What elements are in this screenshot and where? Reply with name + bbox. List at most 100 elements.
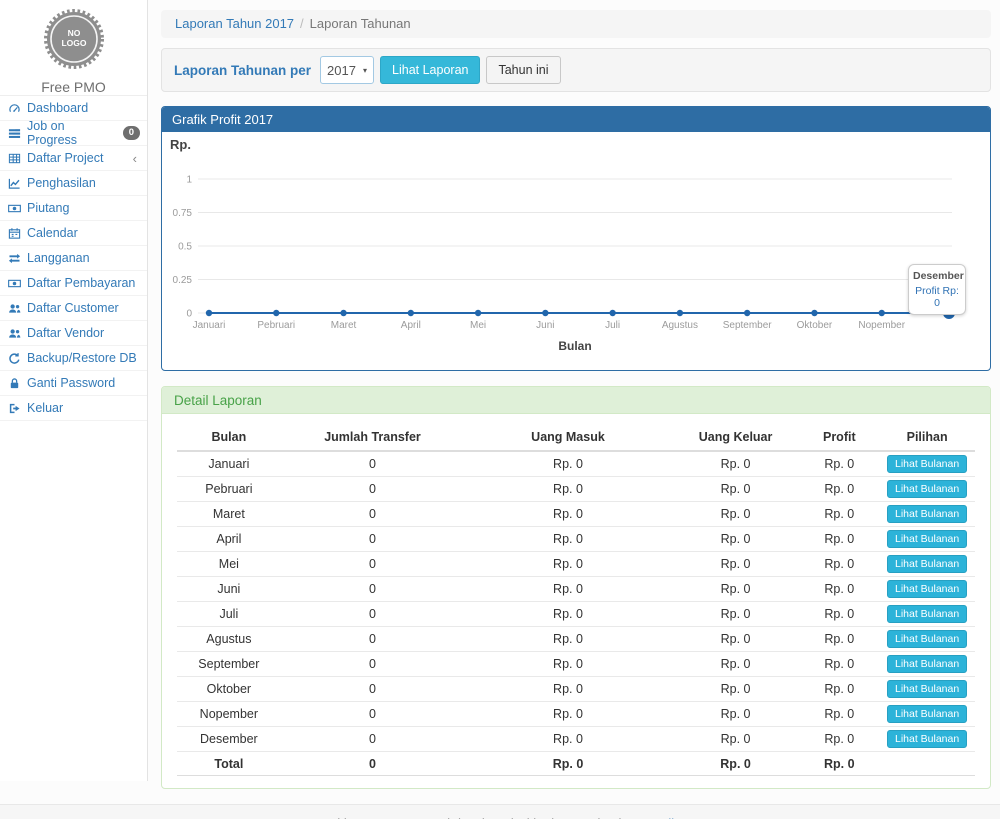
refresh-icon	[7, 351, 21, 365]
col-header-uang-keluar: Uang Keluar	[672, 424, 800, 451]
sidebar-menu: Dashboard Job on Progress 0 Daftar Proje…	[0, 95, 147, 421]
view-monthly-button[interactable]: Lihat Bulanan	[887, 605, 967, 623]
svg-text:0.25: 0.25	[173, 275, 193, 286]
report-table: Bulan Jumlah Transfer Uang Masuk Uang Ke…	[177, 424, 975, 776]
line-chart-icon	[7, 176, 21, 190]
sidebar-item-backup-restore-db[interactable]: Backup/Restore DB	[0, 346, 147, 370]
detail-report-panel: Detail Laporan Bulan Jumlah Transfer Uan…	[161, 386, 991, 789]
breadcrumb-link[interactable]: Laporan Tahun 2017	[175, 16, 294, 31]
svg-text:Rp.: Rp.	[170, 137, 191, 152]
view-monthly-button[interactable]: Lihat Bulanan	[887, 530, 967, 548]
table-row: Oktober0Rp. 0Rp. 0Rp. 0Lihat Bulanan	[177, 677, 975, 702]
brand-name: Free PMO	[0, 79, 147, 95]
year-select[interactable]: 2017 ▾	[320, 56, 374, 84]
svg-text:September: September	[723, 320, 773, 331]
view-monthly-button[interactable]: Lihat Bulanan	[887, 680, 967, 698]
chart-panel-title: Grafik Profit 2017	[162, 107, 990, 132]
detail-panel-title: Detail Laporan	[162, 387, 990, 414]
profit-line-chart[interactable]: 0 0.25 0.5 0.75 1 Rp. Januari Pebruari Maret Apri…	[162, 132, 990, 370]
table-row: September0Rp. 0Rp. 0Rp. 0Lihat Bulanan	[177, 652, 975, 677]
view-monthly-button[interactable]: Lihat Bulanan	[887, 580, 967, 598]
lock-icon	[7, 376, 21, 390]
sidebar-item-daftar-pembayaran[interactable]: Daftar Pembayaran	[0, 271, 147, 295]
view-monthly-button[interactable]: Lihat Bulanan	[887, 480, 967, 498]
breadcrumb: Laporan Tahun 2017/Laporan Tahunan	[161, 10, 991, 38]
sidebar-item-langganan[interactable]: Langganan	[0, 246, 147, 270]
filter-label: Laporan Tahunan per	[174, 63, 311, 78]
sidebar-item-daftar-customer[interactable]: Daftar Customer	[0, 296, 147, 320]
svg-text:April: April	[401, 320, 421, 331]
users-icon	[7, 326, 21, 340]
chart-canvas[interactable]: 0 0.25 0.5 0.75 1 Rp. Januari Pebruari Maret Apri…	[162, 132, 992, 370]
money-icon	[7, 201, 21, 215]
svg-text:Juni: Juni	[536, 320, 554, 331]
sidebar-item-daftar-project[interactable]: Daftar Project ‹	[0, 146, 147, 170]
table-row: Desember0Rp. 0Rp. 0Rp. 0Lihat Bulanan	[177, 727, 975, 752]
profit-chart-panel: Grafik Profit 2017 0 0.25 0.5 0.75 1 Rp. Janua…	[161, 106, 991, 371]
view-monthly-button[interactable]: Lihat Bulanan	[887, 705, 967, 723]
table-row: Maret0Rp. 0Rp. 0Rp. 0Lihat Bulanan	[177, 502, 975, 527]
svg-text:Oktober: Oktober	[797, 320, 833, 331]
svg-text:Juli: Juli	[605, 320, 620, 331]
view-monthly-button[interactable]: Lihat Bulanan	[887, 730, 967, 748]
svg-text:Pebruari: Pebruari	[257, 320, 295, 331]
table-row: Pebruari0Rp. 0Rp. 0Rp. 0Lihat Bulanan	[177, 477, 975, 502]
this-year-button[interactable]: Tahun ini	[486, 56, 560, 84]
tasks-icon	[7, 126, 21, 140]
sidebar-item-keluar[interactable]: Keluar	[0, 396, 147, 420]
sidebar-item-piutang[interactable]: Piutang	[0, 196, 147, 220]
page-footer: Powered by Free PMO, and developed with …	[0, 804, 1000, 819]
col-header-profit: Profit	[799, 424, 879, 451]
col-header-jumlah-transfer: Jumlah Transfer	[281, 424, 465, 451]
table-row: Mei0Rp. 0Rp. 0Rp. 0Lihat Bulanan	[177, 552, 975, 577]
col-header-pilihan: Pilihan	[879, 424, 975, 451]
view-monthly-button[interactable]: Lihat Bulanan	[887, 630, 967, 648]
dashboard-icon	[7, 101, 21, 115]
sidebar-item-daftar-vendor[interactable]: Daftar Vendor	[0, 321, 147, 345]
table-row: Juli0Rp. 0Rp. 0Rp. 0Lihat Bulanan	[177, 602, 975, 627]
sidebar-item-penghasilan[interactable]: Penghasilan	[0, 171, 147, 195]
sidebar-item-job-on-progress[interactable]: Job on Progress 0	[0, 121, 147, 145]
exchange-icon	[7, 251, 21, 265]
view-monthly-button[interactable]: Lihat Bulanan	[887, 455, 967, 473]
table-row: Agustus0Rp. 0Rp. 0Rp. 0Lihat Bulanan	[177, 627, 975, 652]
sidebar-item-dashboard[interactable]: Dashboard	[0, 96, 147, 120]
svg-text:Agustus: Agustus	[662, 320, 698, 331]
money-icon	[7, 276, 21, 290]
svg-text:0.75: 0.75	[173, 208, 193, 219]
svg-text:Mei: Mei	[470, 320, 486, 331]
job-count-badge: 0	[123, 126, 140, 140]
view-monthly-button[interactable]: Lihat Bulanan	[887, 555, 967, 573]
view-monthly-button[interactable]: Lihat Bulanan	[887, 505, 967, 523]
col-header-uang-masuk: Uang Masuk	[464, 424, 671, 451]
brand-box: NO LOGO Free PMO	[0, 0, 147, 95]
svg-text:Maret: Maret	[331, 320, 357, 331]
svg-text:LOGO: LOGO	[61, 38, 86, 48]
content-area: Laporan Tahun 2017/Laporan Tahunan Lapor…	[149, 0, 1000, 789]
sidebar-item-ganti-password[interactable]: Ganti Password	[0, 371, 147, 395]
svg-text:Bulan: Bulan	[558, 339, 591, 353]
sidebar-item-calendar[interactable]: Calendar	[0, 221, 147, 245]
sidebar: NO LOGO Free PMO Dashboard Job on Progre…	[0, 0, 148, 781]
sign-out-icon	[7, 401, 21, 415]
svg-text:0: 0	[186, 309, 192, 320]
no-logo-badge: NO LOGO	[43, 8, 105, 70]
year-filter-bar: Laporan Tahunan per 2017 ▾ Lihat Laporan…	[161, 48, 991, 92]
svg-text:NO: NO	[67, 28, 80, 38]
table-row: April0Rp. 0Rp. 0Rp. 0Lihat Bulanan	[177, 527, 975, 552]
chevron-down-icon: ▾	[363, 66, 367, 75]
chevron-left-icon: ‹	[133, 152, 140, 165]
view-report-button[interactable]: Lihat Laporan	[380, 56, 480, 84]
svg-text:1: 1	[186, 175, 192, 186]
table-row: Juni0Rp. 0Rp. 0Rp. 0Lihat Bulanan	[177, 577, 975, 602]
svg-text:0.5: 0.5	[178, 242, 192, 253]
table-total-row: Total0Rp. 0Rp. 0Rp. 0	[177, 752, 975, 776]
calendar-icon	[7, 226, 21, 240]
breadcrumb-current: Laporan Tahunan	[310, 16, 411, 31]
users-icon	[7, 301, 21, 315]
col-header-bulan: Bulan	[177, 424, 281, 451]
svg-text:Januari: Januari	[193, 320, 226, 331]
table-icon	[7, 151, 21, 165]
view-monthly-button[interactable]: Lihat Bulanan	[887, 655, 967, 673]
chart-tooltip: Desember Profit Rp: 0	[908, 264, 966, 315]
